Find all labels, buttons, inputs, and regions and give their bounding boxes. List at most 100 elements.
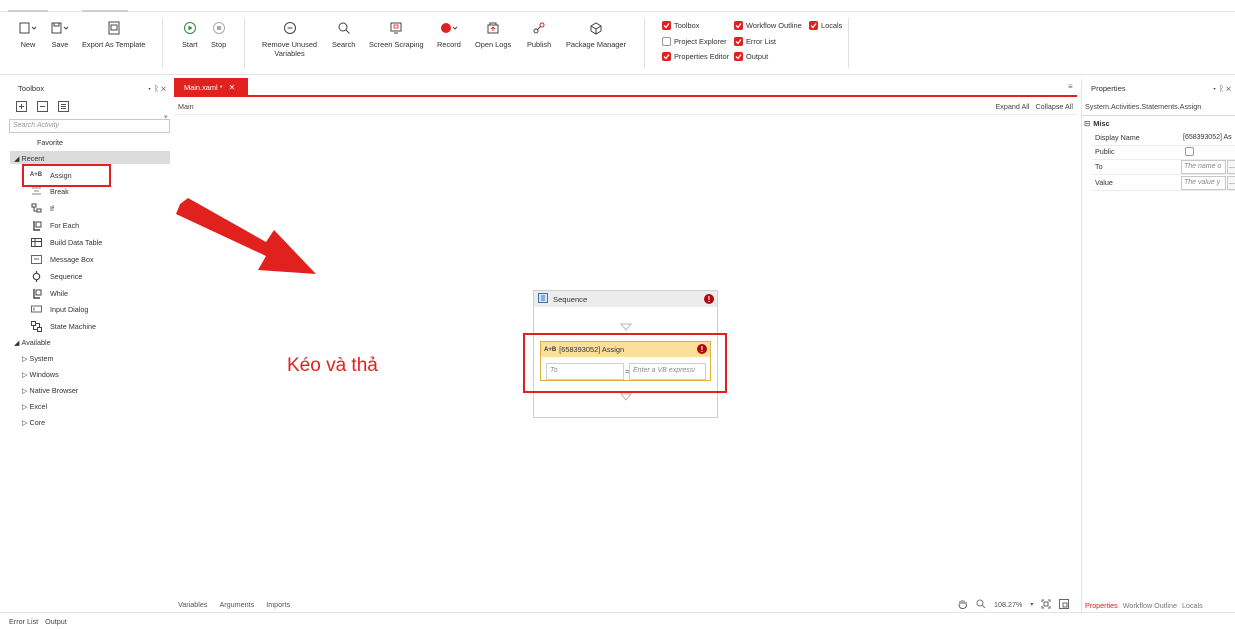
tab-imports[interactable]: Imports [266, 600, 290, 609]
list-view-icon[interactable] [58, 101, 69, 114]
publish-button[interactable]: Publish [527, 20, 551, 49]
record-button[interactable]: Record [437, 20, 461, 49]
zoom-level[interactable]: 108.27% [994, 600, 1022, 609]
expand-all-link[interactable]: Expand All [995, 102, 1029, 111]
misc-category[interactable]: ⊟ Misc [1084, 119, 1110, 128]
zoom-search-icon[interactable] [976, 599, 986, 611]
properties-editor-checkbox-label: Properties Editor [674, 52, 730, 61]
search-activity-input[interactable]: Search Activity [9, 119, 170, 133]
project-explorer-checkbox[interactable]: Project Explorer [662, 37, 727, 46]
properties-pin-controls[interactable]: ▾ ᚱ ✕ [1212, 84, 1231, 93]
assign-activity-highlight-box [523, 333, 727, 393]
tab-list-icon[interactable]: ≡ [1068, 82, 1073, 91]
checkbox-checked-icon [662, 52, 671, 61]
activity-state-machine[interactable]: State Machine [30, 320, 96, 332]
project-explorer-checkbox-label: Project Explorer [674, 37, 727, 46]
error-list-checkbox[interactable]: Error List [734, 37, 776, 46]
expand-collapse-links: Expand All Collapse All [995, 102, 1073, 111]
activity-if[interactable]: If [30, 203, 54, 213]
collapse-all-icon[interactable] [37, 101, 48, 114]
available-core[interactable]: ▷ Core [22, 418, 45, 427]
tab-error-list[interactable]: Error List [9, 617, 38, 626]
new-button[interactable]: New [19, 20, 37, 49]
package-icon [588, 20, 604, 36]
stop-label: Stop [211, 40, 227, 49]
tab-workflow-outline[interactable]: Workflow Outline [1123, 601, 1177, 610]
checkbox-checked-icon [734, 37, 743, 46]
available-group[interactable]: ◢ Available [14, 338, 51, 347]
publish-label: Publish [527, 40, 552, 49]
property-value[interactable]: [658393052] As [1183, 134, 1232, 141]
sequence-header[interactable]: Sequence ! [534, 291, 717, 307]
property-public[interactable]: Public [1092, 144, 1235, 160]
collapse-all-link[interactable]: Collapse All [1035, 102, 1073, 111]
close-icon[interactable]: ✕ [229, 83, 236, 92]
properties-panel: Properties ▾ ᚱ ✕ System.Activities.State… [1081, 79, 1235, 612]
export-as-template-button[interactable]: Export As Template [82, 20, 146, 49]
tab-output[interactable]: Output [45, 617, 67, 626]
available-windows[interactable]: ▷ Windows [22, 370, 59, 379]
activity-input-dialog[interactable]: Input Dialog [30, 304, 88, 314]
zoom-dropdown-icon[interactable]: ▾ [1030, 601, 1033, 608]
activity-sequence[interactable]: Sequence [30, 270, 82, 282]
output-checkbox[interactable]: Output [734, 52, 768, 61]
search-button[interactable]: Search [332, 20, 355, 49]
ribbon-tab-indicator [82, 10, 128, 12]
properties-divider [1082, 115, 1235, 116]
drop-target-arrow-icon [620, 393, 632, 401]
property-name: To [1095, 162, 1103, 171]
tab-properties[interactable]: Properties [1085, 601, 1118, 610]
screen-scraping-label: Screen Scraping [369, 40, 424, 49]
remove-unused-variables-button[interactable]: Remove Unused Variables [262, 20, 317, 58]
property-name: Display Name [1095, 133, 1140, 142]
property-to-ellipsis-button[interactable]: ... [1227, 160, 1235, 174]
available-excel[interactable]: ▷ Excel [22, 402, 47, 411]
available-native-browser[interactable]: ▷ Native Browser [22, 386, 78, 395]
activity-build-data-table[interactable]: Build Data Table [30, 237, 102, 247]
recent-group[interactable]: ◢ Recent [14, 154, 44, 163]
remove-unused-label: Remove Unused Variables [262, 40, 318, 58]
activity-break[interactable]: Break [30, 186, 69, 196]
property-value-ellipsis-button[interactable]: ... [1227, 176, 1235, 190]
tab-variables[interactable]: Variables [178, 600, 207, 609]
tab-main-xaml[interactable]: Main.xaml * ✕ [174, 78, 248, 96]
toolbox-scroll-arrow-icon[interactable]: ▾ [164, 113, 168, 121]
breadcrumb[interactable]: Main [178, 102, 194, 111]
overview-icon[interactable] [1059, 598, 1070, 611]
sequence-title: Sequence [553, 294, 588, 304]
pan-hand-icon[interactable] [957, 598, 968, 611]
package-manager-button[interactable]: Package Manager [566, 20, 626, 49]
tab-locals[interactable]: Locals [1182, 601, 1203, 610]
public-checkbox[interactable] [1185, 147, 1194, 156]
ribbon-separator [848, 18, 849, 68]
expand-all-icon[interactable] [16, 101, 27, 114]
open-logs-button[interactable]: Open Logs [475, 20, 511, 49]
activity-for-each[interactable]: For Each [30, 220, 79, 231]
expanded-triangle-icon: ◢ [14, 338, 20, 347]
remove-icon [283, 20, 297, 36]
collapsed-triangle-icon: ▷ [22, 402, 28, 411]
fit-to-screen-icon[interactable] [1041, 599, 1051, 611]
error-icon[interactable]: ! [704, 294, 714, 304]
toolbox-checkbox[interactable]: Toolbox [662, 21, 699, 30]
properties-editor-checkbox[interactable]: Properties Editor [662, 52, 729, 61]
save-button[interactable]: Save [51, 20, 69, 49]
property-value-input[interactable]: The value y [1181, 176, 1226, 190]
workflow-outline-checkbox[interactable]: Workflow Outline [734, 21, 802, 30]
start-button[interactable]: Start [182, 20, 198, 49]
document-tab-underline [174, 95, 1077, 97]
stop-button[interactable]: Stop [211, 20, 226, 49]
available-system[interactable]: ▷ System [22, 354, 54, 363]
locals-checkbox[interactable]: Locals [809, 21, 842, 30]
property-to-input[interactable]: The name o [1181, 160, 1226, 174]
activity-message-box[interactable]: Message Box [30, 254, 94, 264]
tab-arguments[interactable]: Arguments [219, 600, 254, 609]
toolbox-actions [16, 101, 69, 114]
ribbon-separator [162, 18, 163, 68]
screen-scraping-button[interactable]: Screen Scraping [369, 20, 424, 49]
activity-while[interactable]: While [30, 288, 68, 299]
if-icon [30, 203, 42, 213]
activity-label: Build Data Table [50, 237, 103, 247]
favorite-group[interactable]: Favorite [37, 138, 63, 147]
toolbox-pin-controls[interactable]: ▾ ᚱ ✕ [147, 84, 166, 93]
